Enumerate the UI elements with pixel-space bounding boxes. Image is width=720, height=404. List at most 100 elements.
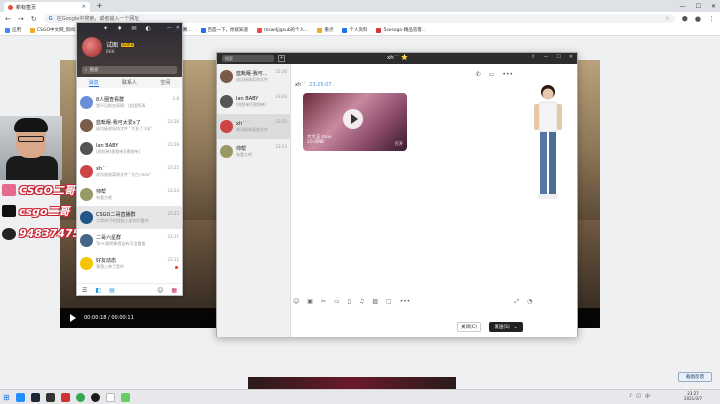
qq-chat-window: 搜索 + xh˙˙ ⭐ ⇧ — ☐ ✕ 蓝毗眠-我可... 成功接收离线文件 23:… bbox=[216, 52, 578, 337]
file-icon[interactable]: ▯ bbox=[348, 298, 351, 306]
open-file-link[interactable]: 打开 bbox=[395, 141, 403, 147]
gif-icon[interactable]: ▣ bbox=[307, 298, 313, 306]
list-item[interactable]: Ian BABY [视频单]视频单][视频单] 23:26 bbox=[77, 137, 182, 160]
volume-icon[interactable]: ♪ bbox=[629, 393, 632, 400]
tab-title: 新标签页 bbox=[16, 4, 37, 11]
forward-icon[interactable]: → bbox=[18, 15, 24, 23]
tab-contacts[interactable]: 联系人 bbox=[122, 79, 137, 86]
contact-avatar bbox=[80, 142, 93, 155]
app-manager-icon[interactable]: ◧ bbox=[95, 287, 101, 294]
minimize-icon[interactable]: — bbox=[680, 3, 686, 10]
webcam-person-shirt bbox=[6, 156, 58, 180]
list-item[interactable]: xh˙˙ 成功接收离线文件 "大白.mov" 23:25 bbox=[77, 160, 182, 183]
play-icon[interactable] bbox=[70, 314, 76, 322]
extension-icon[interactable]: ⬢ bbox=[682, 15, 688, 23]
avatar[interactable] bbox=[82, 37, 102, 57]
profile-icon[interactable]: ● bbox=[695, 15, 701, 23]
network-icon[interactable]: ◫ bbox=[636, 393, 641, 400]
list-item[interactable]: 蓝毗眠-我可... 成功接收离线文件 23:26 bbox=[217, 64, 290, 89]
minimize-icon[interactable]: — bbox=[543, 54, 548, 60]
list-item[interactable]: 帅帮 有看大吧 23:24 bbox=[217, 139, 290, 164]
list-item[interactable]: CSGO二哥直播群 二哥dz子吧我刚上班你们看吧 23:22 bbox=[77, 206, 182, 229]
taskbar-app-icon[interactable] bbox=[120, 392, 130, 402]
scissors-icon[interactable]: ✂ bbox=[321, 298, 326, 306]
penguin-icon[interactable]: ◐ bbox=[145, 25, 150, 32]
start-windows-icon[interactable]: ⊞ bbox=[3, 393, 10, 402]
tab-new[interactable]: 新标签页 ✕ bbox=[4, 2, 90, 12]
list-item[interactable]: xh˙˙ 成功接收离线文件 23:25 bbox=[217, 114, 290, 139]
menu-icon[interactable]: ⋮ bbox=[708, 15, 715, 23]
game-icon[interactable]: ☺ bbox=[157, 287, 163, 294]
shirt-icon[interactable]: ♦ bbox=[117, 25, 122, 32]
mini-app-icon[interactable]: ▦ bbox=[171, 287, 177, 294]
file-icon[interactable]: ▤ bbox=[109, 287, 115, 294]
screen-icon[interactable]: ▢ bbox=[386, 298, 392, 306]
play-icon[interactable] bbox=[343, 109, 363, 129]
send-button[interactable]: 发送(S) ⌄ bbox=[489, 322, 523, 332]
phone-icon[interactable]: ✆ bbox=[476, 71, 481, 78]
taskbar-app-icon[interactable] bbox=[105, 392, 115, 402]
input-method-icon[interactable]: 中 bbox=[645, 393, 650, 400]
steam-icon[interactable] bbox=[30, 392, 40, 402]
bookmark-item[interactable]: 百度一下，你就知道 bbox=[200, 27, 248, 33]
taskbar-app-icon[interactable] bbox=[15, 392, 25, 402]
taskbar-clock[interactable]: 23:27 2021/3/7 bbox=[684, 391, 702, 401]
chrome-icon[interactable] bbox=[75, 392, 85, 402]
close-icon[interactable]: ✕ bbox=[569, 54, 573, 60]
chevron-down-icon[interactable]: ⌄ bbox=[514, 325, 518, 330]
tab-qzone[interactable]: 空间 bbox=[160, 79, 170, 86]
qq-icon[interactable] bbox=[90, 392, 100, 402]
bookmark-item[interactable]: 重点 bbox=[317, 27, 333, 33]
folder-icon bbox=[317, 27, 323, 33]
qq-app-icon[interactable]: ✦ bbox=[103, 25, 108, 32]
user-signature[interactable]: 666 bbox=[106, 50, 115, 55]
tab-messages[interactable]: 消息 bbox=[88, 79, 99, 87]
chat-titlebar: 搜索 + xh˙˙ ⭐ ⇧ — ☐ ✕ bbox=[217, 53, 577, 64]
expand-icon[interactable]: ⤢ bbox=[514, 298, 519, 306]
bookmark-item[interactable]: CSGO中文网_新闻... bbox=[30, 27, 79, 33]
list-item[interactable]: Ian BABY [视频单][视频单] 23:26 bbox=[217, 89, 290, 114]
mail-icon[interactable]: ✉ bbox=[131, 25, 136, 32]
list-item[interactable]: 8人圈查看群 我不见群加表情：(此图所表 2-8 bbox=[77, 91, 182, 114]
image-icon[interactable]: ▨ bbox=[372, 298, 378, 306]
emoji-icon[interactable]: ☺ bbox=[293, 298, 299, 306]
video-call-icon[interactable]: ▭ bbox=[489, 71, 495, 78]
list-item[interactable]: 帅帮 有看大吧 23:24 bbox=[77, 183, 182, 206]
video-file-message[interactable]: 大大正.mov 20.6MB 打开 bbox=[303, 93, 407, 151]
contact-avatar bbox=[80, 234, 93, 247]
history-icon[interactable]: ◔ bbox=[527, 298, 532, 306]
folder-icon[interactable]: ▭ bbox=[334, 298, 340, 306]
bookmark-item[interactable]: 个人资料 bbox=[342, 27, 367, 33]
feedback-button[interactable]: 截图反馈 bbox=[678, 372, 712, 382]
csgo-icon[interactable] bbox=[60, 392, 70, 402]
bookmark-item[interactable]: 5sosogo-精品答客... bbox=[376, 27, 426, 33]
close-icon[interactable]: ✕ bbox=[711, 3, 716, 10]
close-button[interactable]: 关闭(C) bbox=[457, 322, 481, 332]
minimize-icon[interactable]: — bbox=[167, 25, 172, 31]
maximize-icon[interactable]: ☐ bbox=[556, 54, 560, 60]
bookmark-item[interactable]: 应用 bbox=[5, 27, 21, 33]
list-item[interactable]: 好友动态 潮落上神了是你 23:11 bbox=[77, 252, 182, 275]
more-icon[interactable]: ••• bbox=[502, 71, 513, 78]
chat-search-input[interactable]: 搜索 bbox=[222, 55, 274, 62]
chat-title: xh˙˙ ⭐ bbox=[387, 55, 408, 61]
pin-icon[interactable]: ⇧ bbox=[531, 54, 535, 60]
list-item[interactable]: 二哥六星群 Tom:聪明果我这有可没看看 23:11 bbox=[77, 229, 182, 252]
music-icon[interactable]: ♫ bbox=[359, 298, 364, 306]
more-icon[interactable]: ••• bbox=[400, 298, 411, 306]
reload-icon[interactable]: ↻ bbox=[31, 15, 37, 23]
taskbar-app-icon[interactable] bbox=[45, 392, 55, 402]
close-icon[interactable]: ✕ bbox=[176, 25, 180, 31]
bookmark-item[interactable]: mswdjjgsub的个人... bbox=[257, 27, 308, 33]
add-icon[interactable]: + bbox=[278, 55, 285, 62]
back-icon[interactable]: ← bbox=[5, 15, 11, 23]
contact-avatar bbox=[220, 95, 233, 108]
chat-window-controls: ⇧ — ☐ ✕ bbox=[531, 54, 573, 60]
tab-close-icon[interactable]: ✕ bbox=[82, 4, 86, 10]
list-item[interactable]: 蓝毗眠-我可太爱x了 成功接收离线文件 "大芸了.zip" 23:26 bbox=[77, 114, 182, 137]
maximize-icon[interactable]: ☐ bbox=[696, 3, 701, 10]
menu-icon[interactable]: ☰ bbox=[82, 287, 87, 294]
qq-search-input[interactable]: ⌕ 搜索 bbox=[82, 66, 177, 74]
bookmark-star-icon[interactable]: ☆ bbox=[665, 16, 669, 22]
new-tab-button[interactable]: + bbox=[96, 1, 103, 10]
